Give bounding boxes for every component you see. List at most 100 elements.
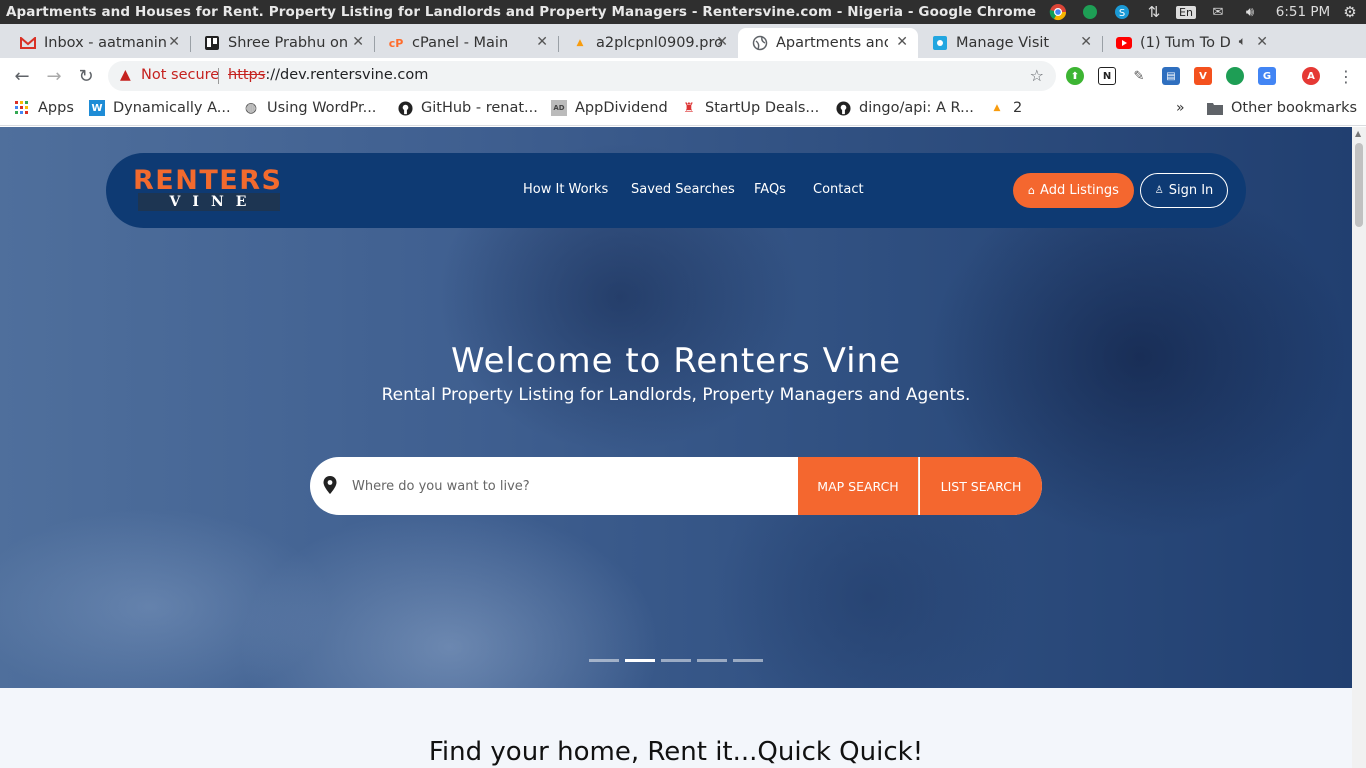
settings-gear-icon[interactable]: ⚙ (1340, 2, 1360, 22)
folder-icon (1207, 100, 1223, 116)
bookmark-other[interactable]: Other bookmarks (1207, 100, 1357, 116)
os-title-bar: Apartments and Houses for Rent. Property… (0, 0, 1366, 24)
extension-green-icon[interactable]: ⬆ (1066, 67, 1084, 85)
translate-icon[interactable]: G (1258, 67, 1276, 85)
nav-how-it-works[interactable]: How It Works (523, 182, 608, 197)
warning-triangle-icon[interactable]: ▲ (120, 67, 131, 83)
location-search-input[interactable] (352, 471, 792, 501)
home-icon: ⌂ (1028, 184, 1036, 197)
audio-playing-icon[interactable]: 🔈︎ (1239, 34, 1246, 49)
bookmark-2[interactable]: ▲ 2 (989, 100, 1023, 116)
forward-button[interactable]: → (42, 64, 66, 88)
tab-phpmyadmin[interactable]: ▲ a2plcpnl0909.pro ✕ (558, 28, 738, 58)
slider-dot[interactable] (697, 659, 727, 662)
github-icon (835, 100, 851, 116)
search-bar: MAP SEARCH LIST SEARCH (310, 457, 1042, 515)
tab-cpanel[interactable]: cP cPanel - Main ✕ (374, 28, 558, 58)
extension-orange-icon[interactable]: V (1194, 67, 1212, 85)
address-bar[interactable]: ▲ Not secure https://dev.rentersvine.com… (108, 61, 1056, 91)
svg-text:S: S (1119, 8, 1125, 19)
add-listings-button[interactable]: ⌂ Add Listings (1013, 173, 1134, 208)
gmail-icon (20, 35, 36, 51)
slider-dot[interactable] (625, 659, 655, 662)
close-tab-icon[interactable]: ✕ (168, 34, 180, 50)
app-icon (932, 35, 948, 51)
nav-contact[interactable]: Contact (813, 182, 864, 197)
bookmark-appdividend[interactable]: AD AppDividend (551, 100, 668, 116)
url-text[interactable]: https://dev.rentersvine.com (228, 67, 428, 83)
phpmyadmin-icon: ▲ (993, 103, 1001, 113)
cpanel-icon: cP (388, 36, 404, 50)
window-title: Apartments and Houses for Rent. Property… (6, 4, 1037, 20)
bookmark-dynamically[interactable]: W Dynamically A... (89, 100, 231, 116)
skype-icon[interactable]: S (1112, 2, 1132, 22)
reload-button[interactable]: ↻ (74, 64, 98, 88)
keyboard-layout-indicator[interactable]: En (1175, 2, 1197, 22)
bookmarks-bar: Apps W Dynamically A... ◍ Using WordPr..… (0, 94, 1366, 126)
trello-icon (204, 35, 220, 51)
color-picker-icon[interactable]: ✎ (1130, 67, 1148, 85)
bookmark-using-wordpress[interactable]: ◍ Using WordPr... (243, 100, 377, 116)
hangouts-icon[interactable] (1080, 2, 1100, 22)
close-tab-icon[interactable]: ✕ (1256, 34, 1268, 50)
chrome-icon[interactable] (1048, 2, 1068, 22)
back-button[interactable]: ← (10, 64, 34, 88)
tab-rentersvine-active[interactable]: Apartments and ✕ (738, 28, 918, 58)
globe-icon: ◍ (244, 100, 258, 116)
tab-trello[interactable]: Shree Prabhu on ✕ (190, 28, 374, 58)
toolbar: ← → ↻ ▲ Not secure https://dev.rentersvi… (0, 58, 1366, 94)
youtube-icon (1116, 35, 1132, 51)
github-icon (397, 100, 413, 116)
chrome-menu-icon[interactable]: ⋮ (1334, 64, 1358, 88)
close-tab-icon[interactable]: ✕ (716, 34, 728, 50)
network-transfer-icon[interactable]: ⇅ (1144, 2, 1164, 22)
tab-manage-visit[interactable]: Manage Visit ✕ (918, 28, 1102, 58)
page-scrollbar[interactable]: ▲ (1352, 127, 1366, 768)
slider-indicators (589, 659, 763, 662)
slider-dot[interactable] (589, 659, 619, 662)
bookmarks-overflow-button[interactable]: » (1176, 100, 1185, 116)
bookmark-startup-deals[interactable]: ♜ StartUp Deals... (681, 100, 819, 116)
extension-n-icon[interactable]: N (1098, 67, 1116, 85)
extension-green-bubble-icon[interactable] (1226, 67, 1244, 85)
close-tab-icon[interactable]: ✕ (536, 34, 548, 50)
logo-text-bottom: VINE (138, 193, 280, 211)
tab-youtube[interactable]: (1) Tum To Dh 🔈︎ ✕ (1102, 28, 1278, 58)
hero-section: RENTERS VINE How It Works Saved Searches… (0, 127, 1352, 688)
tab-label: Inbox - aatmanin (44, 35, 168, 51)
tab-gmail[interactable]: Inbox - aatmanin ✕ (6, 28, 190, 58)
hero-title: Welcome to Renters Vine (450, 341, 901, 381)
volume-icon[interactable]: 🔊︎ (1238, 2, 1262, 22)
slider-dot[interactable] (661, 659, 691, 662)
bookmark-star-icon[interactable]: ☆ (1030, 66, 1044, 85)
scrollbar-thumb[interactable] (1355, 143, 1363, 227)
security-status[interactable]: Not secure (141, 67, 219, 83)
startup-icon: ♜ (683, 100, 695, 116)
clock[interactable]: 6:51 PM (1272, 2, 1334, 22)
logo-text-top: RENTERS (133, 165, 283, 196)
tab-strip: Inbox - aatmanin ✕ Shree Prabhu on ✕ cP … (0, 24, 1366, 78)
mail-icon[interactable]: ✉ (1208, 2, 1228, 22)
angular-icon[interactable]: A (1302, 67, 1320, 85)
apps-grid-icon (14, 100, 30, 116)
list-search-button[interactable]: LIST SEARCH (920, 457, 1042, 515)
scroll-up-arrow-icon[interactable]: ▲ (1355, 129, 1361, 138)
phpmyadmin-icon: ▲ (576, 38, 584, 48)
appdividend-icon: AD (551, 100, 567, 116)
bookmark-apps[interactable]: Apps (14, 100, 74, 116)
map-pin-icon (323, 476, 337, 494)
nav-faqs[interactable]: FAQs (754, 182, 786, 197)
site-navbar: RENTERS VINE How It Works Saved Searches… (106, 153, 1246, 228)
close-tab-icon[interactable]: ✕ (1080, 34, 1092, 50)
bookmark-dingo-api[interactable]: dingo/api: A R... (835, 100, 974, 116)
map-search-button[interactable]: MAP SEARCH (798, 457, 919, 515)
tab-label: Shree Prabhu on (228, 35, 349, 51)
nav-saved-searches[interactable]: Saved Searches (631, 182, 735, 197)
close-tab-icon[interactable]: ✕ (896, 34, 908, 50)
slider-dot[interactable] (733, 659, 763, 662)
user-icon: ♙ (1154, 185, 1164, 196)
close-tab-icon[interactable]: ✕ (352, 34, 364, 50)
extension-blue-icon[interactable]: ▤ (1162, 67, 1180, 85)
sign-in-button[interactable]: ♙ Sign In (1140, 173, 1228, 208)
bookmark-github-renat[interactable]: GitHub - renat... (397, 100, 538, 116)
